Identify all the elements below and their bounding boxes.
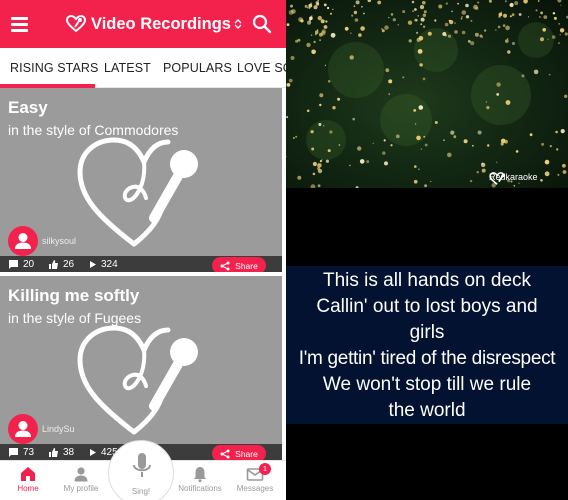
lyric-line: This is all hands on deck bbox=[322, 270, 532, 291]
heart-mic-logo-icon bbox=[66, 15, 86, 33]
bokeh-background bbox=[286, 0, 568, 188]
nav-notifications[interactable]: Notifications bbox=[172, 465, 228, 493]
nav-notifications-label: Notifications bbox=[178, 484, 222, 493]
nav-profile-label: My profile bbox=[63, 484, 99, 493]
share-icon bbox=[220, 449, 230, 458]
sort-caret-icon bbox=[234, 19, 242, 29]
share-button[interactable]: Share bbox=[212, 445, 266, 460]
microphone-icon bbox=[133, 453, 151, 477]
song-title: Killing me softly bbox=[8, 286, 140, 305]
heart-mic-watermark-icon bbox=[77, 137, 198, 247]
lyric-line: the world bbox=[388, 400, 466, 421]
song-style: in the style of Commodores bbox=[8, 122, 179, 138]
lyric-line: Callin' out to lost boys and bbox=[316, 296, 538, 317]
likes-count: 26 bbox=[63, 259, 75, 270]
search-icon[interactable] bbox=[250, 12, 274, 36]
person-icon bbox=[74, 467, 88, 482]
messages-badge: 1 bbox=[259, 463, 271, 475]
lyrics-panel: This is all hands on deck Callin' out to… bbox=[286, 266, 568, 424]
nav-home[interactable]: Home bbox=[0, 465, 56, 493]
song-style: in the style of Fugees bbox=[8, 310, 142, 326]
likes-stat[interactable]: 26 bbox=[48, 259, 74, 270]
comments-stat[interactable]: 73 bbox=[8, 447, 34, 458]
recordings-app: Video Recordings RISING STARS LATEST POP… bbox=[0, 0, 286, 500]
nav-messages-label: Messages bbox=[236, 484, 274, 493]
lyric-line: girls bbox=[409, 322, 445, 343]
share-label: Share bbox=[235, 448, 258, 459]
likes-stat[interactable]: 38 bbox=[48, 447, 74, 458]
thumbs-up-icon bbox=[49, 448, 58, 457]
likes-count: 38 bbox=[63, 447, 75, 458]
recording-card[interactable]: Easy in the style of Commodores silkysou… bbox=[0, 88, 282, 272]
category-tabs: RISING STARS LATEST POPULARS LOVE SO bbox=[0, 48, 286, 88]
comment-icon bbox=[9, 448, 18, 457]
home-icon bbox=[21, 467, 35, 481]
play-icon bbox=[90, 261, 96, 268]
comments-stat[interactable]: 20 bbox=[8, 259, 34, 270]
tab-rising-stars[interactable]: RISING STARS bbox=[10, 61, 98, 75]
thumbs-up-icon bbox=[49, 260, 58, 269]
comments-count: 20 bbox=[23, 259, 35, 270]
tab-populars[interactable]: POPULARS bbox=[163, 61, 232, 75]
username[interactable]: LindySu bbox=[42, 424, 75, 434]
share-label: Share bbox=[235, 260, 258, 271]
page-title: Video Recordings bbox=[91, 14, 231, 33]
plays-stat: 324 bbox=[88, 259, 118, 270]
title-dropdown[interactable]: Video Recordings bbox=[66, 10, 242, 38]
comments-count: 73 bbox=[23, 447, 35, 458]
nav-home-label: Home bbox=[17, 484, 39, 493]
menu-icon[interactable] bbox=[8, 12, 32, 36]
share-button[interactable]: Share bbox=[212, 257, 266, 272]
share-icon bbox=[220, 261, 230, 270]
card-stats-bar: 20 26 324 Share bbox=[0, 256, 282, 272]
video-frame[interactable]: Redkaraoke bbox=[286, 0, 568, 188]
nav-my-profile[interactable]: My profile bbox=[53, 465, 109, 493]
redkaraoke-watermark: Redkaraoke bbox=[489, 172, 538, 185]
lyric-line: We won't stop till we rule bbox=[322, 374, 532, 395]
sing-label: Sing! bbox=[131, 487, 151, 496]
heart-mic-watermark-icon bbox=[77, 325, 198, 435]
avatar[interactable] bbox=[8, 414, 38, 444]
recording-card[interactable]: Killing me softly in the style of Fugees… bbox=[0, 276, 282, 460]
video-player: Redkaraoke This is all hands on deck Cal… bbox=[286, 0, 568, 500]
avatar[interactable] bbox=[8, 226, 38, 256]
heart-mic-logo-icon bbox=[489, 172, 505, 185]
song-title: Easy bbox=[8, 98, 48, 117]
comment-icon bbox=[9, 260, 18, 269]
username[interactable]: silkysoul bbox=[42, 236, 76, 246]
tab-latest[interactable]: LATEST bbox=[104, 61, 151, 75]
play-icon bbox=[90, 449, 96, 456]
plays-count: 324 bbox=[101, 259, 118, 270]
tab-love-songs[interactable]: LOVE SO bbox=[237, 61, 286, 75]
bell-icon bbox=[194, 467, 206, 483]
nav-messages[interactable]: 1 Messages bbox=[227, 463, 283, 493]
app-bar: Video Recordings bbox=[0, 0, 286, 48]
lyric-line: I'm gettin' tired of the disrespect bbox=[298, 348, 556, 369]
